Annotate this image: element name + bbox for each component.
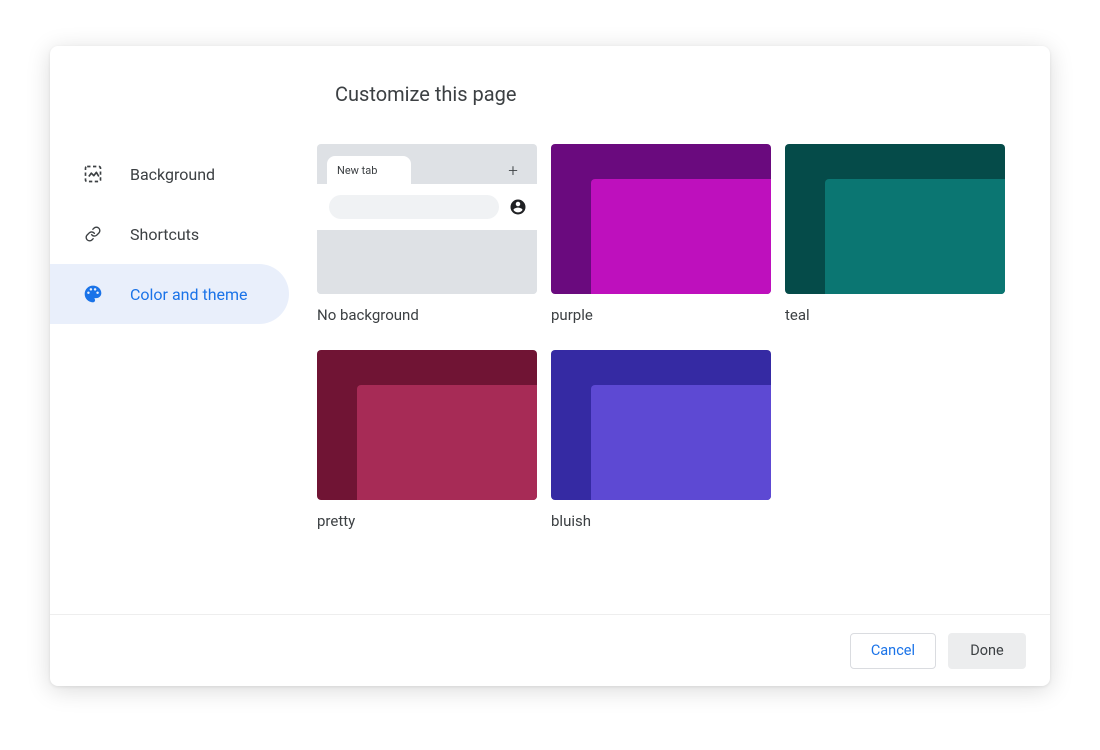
image-icon — [82, 163, 104, 185]
customize-dialog: Background Shortcuts Color and them — [50, 46, 1050, 686]
sidebar-item-background[interactable]: Background — [50, 144, 317, 204]
theme-tile-bluish[interactable]: bluish — [551, 350, 771, 546]
theme-swatch: New tab + — [317, 144, 537, 294]
preview-tab: New tab — [327, 156, 411, 184]
theme-swatch-inner — [357, 385, 537, 500]
theme-tile-purple[interactable]: purple — [551, 144, 771, 340]
sidebar-item-shortcuts[interactable]: Shortcuts — [50, 204, 317, 264]
sidebar-item-label: Background — [130, 165, 215, 184]
theme-swatch — [785, 144, 1005, 294]
preview-tab-label: New tab — [337, 164, 377, 177]
theme-tiles: New tab + No background purple teal pretty blu… — [317, 144, 1034, 546]
theme-swatch-inner — [591, 385, 771, 500]
dialog-body: Background Shortcuts Color and them — [50, 46, 1050, 614]
avatar-icon — [509, 198, 527, 216]
theme-label: No background — [317, 294, 537, 340]
dialog-footer: Cancel Done — [50, 614, 1050, 686]
theme-swatch-inner — [825, 179, 1005, 294]
dialog-title: Customize this page — [317, 46, 1050, 144]
theme-swatch — [551, 144, 771, 294]
theme-label: pretty — [317, 500, 537, 546]
content-scroll[interactable]: New tab + No background purple teal pretty blu… — [317, 144, 1050, 614]
cancel-button-label: Cancel — [871, 642, 915, 659]
preview-page — [317, 230, 537, 294]
preview-toolbar — [317, 184, 537, 230]
plus-icon: + — [503, 161, 523, 181]
theme-label: teal — [785, 294, 1005, 340]
sidebar-item-color-and-theme[interactable]: Color and theme — [50, 264, 289, 324]
preview-tabstrip: New tab + — [317, 144, 537, 184]
theme-tile-pretty[interactable]: pretty — [317, 350, 537, 546]
theme-label: purple — [551, 294, 771, 340]
cancel-button[interactable]: Cancel — [850, 633, 936, 669]
theme-swatch-inner — [591, 179, 771, 294]
sidebar-item-label: Shortcuts — [130, 225, 199, 244]
sidebar-item-label: Color and theme — [130, 285, 248, 304]
theme-tile-teal[interactable]: teal — [785, 144, 1005, 340]
theme-swatch — [551, 350, 771, 500]
theme-tile-none[interactable]: New tab + No background — [317, 144, 537, 340]
palette-icon — [82, 283, 104, 305]
done-button-label: Done — [970, 642, 1003, 659]
done-button[interactable]: Done — [948, 633, 1026, 669]
theme-swatch — [317, 350, 537, 500]
content-wrap: Customize this page New tab + No backgroun… — [317, 46, 1050, 614]
theme-label: bluish — [551, 500, 771, 546]
preview-omnibox — [329, 195, 499, 219]
link-icon — [82, 223, 104, 245]
sidebar: Background Shortcuts Color and them — [50, 46, 317, 614]
